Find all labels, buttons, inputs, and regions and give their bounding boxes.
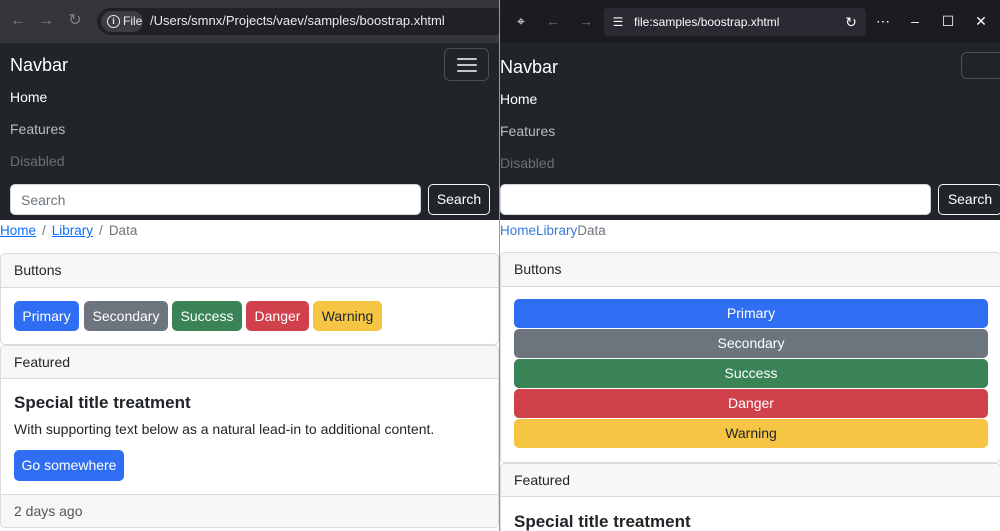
featured-card: Featured Special title treatment [500, 463, 1000, 531]
breadcrumb: Home / Library / Data [0, 223, 137, 238]
file-chip-label: File [123, 14, 143, 28]
nav-link-disabled: Disabled [500, 155, 555, 171]
navbar-brand[interactable]: Navbar [10, 55, 68, 76]
secondary-button[interactable]: Secondary [84, 301, 168, 331]
primary-button[interactable]: Primary [514, 299, 988, 328]
arrow-left-icon[interactable]: ← [544, 12, 562, 30]
nav-link-disabled: Disabled [10, 153, 65, 169]
minimize-icon[interactable]: – [906, 12, 924, 30]
navbar: Navbar Home Features Disabled Search Sea… [0, 43, 499, 220]
card-footer: 2 days ago [1, 494, 498, 527]
navbar: Navbar Home Features Disabled Search [500, 43, 1000, 220]
search-button[interactable]: Search [428, 184, 490, 215]
arrow-right-icon[interactable]: → [37, 12, 55, 30]
go-somewhere-button[interactable]: Go somewhere [14, 450, 124, 481]
more-icon[interactable]: ⋯ [874, 12, 892, 30]
success-button[interactable]: Success [514, 359, 988, 388]
card-header: Buttons [1, 254, 498, 288]
card-header: Buttons [501, 253, 1000, 287]
breadcrumb-library[interactable]: Library [536, 223, 577, 238]
navbar-brand[interactable]: Navbar [500, 57, 558, 78]
nav-link-home[interactable]: Home [500, 91, 537, 107]
close-icon[interactable]: ✕ [972, 12, 990, 30]
featured-card: Featured Special title treatment With su… [0, 345, 499, 528]
nav-link-home[interactable]: Home [10, 89, 47, 105]
breadcrumb-library[interactable]: Library [52, 223, 93, 238]
warning-button[interactable]: Warning [313, 301, 382, 331]
file-chip[interactable]: i File [101, 11, 143, 32]
info-icon: i [107, 15, 120, 28]
success-button[interactable]: Success [172, 301, 242, 331]
nav-link-features[interactable]: Features [10, 121, 65, 137]
url-text: /Users/smnx/Projects/vaev/samples/boostr… [150, 13, 445, 28]
search-button[interactable]: Search [938, 184, 1000, 215]
navbar-toggler-button[interactable] [444, 48, 489, 81]
card-title: Special title treatment [14, 393, 191, 412]
breadcrumb-current: Data [577, 223, 606, 238]
maximize-icon[interactable]: ☐ [939, 12, 957, 30]
secondary-button[interactable]: Secondary [514, 329, 988, 358]
browser-toolbar: ⌖ ← → ☰ file:samples/boostrap.xhtml ↻ ⋯ … [500, 0, 1000, 43]
warning-button[interactable]: Warning [514, 419, 988, 448]
reload-icon[interactable]: ↻ [66, 12, 84, 30]
url-text: file:samples/boostrap.xhtml [634, 15, 780, 29]
card-header: Featured [501, 464, 1000, 497]
search-input[interactable]: Search [10, 184, 421, 215]
danger-button[interactable]: Danger [246, 301, 309, 331]
hamburger-icon [457, 70, 477, 72]
breadcrumb-separator: / [99, 223, 103, 238]
breadcrumb-home[interactable]: Home [500, 223, 536, 238]
browser-pane-left: ← → ↻ i File /Users/smnx/Projects/vaev/s… [0, 0, 499, 531]
danger-button[interactable]: Danger [514, 389, 988, 418]
breadcrumb-separator: / [42, 223, 46, 238]
hamburger-icon [457, 58, 477, 60]
navbar-toggler-button[interactable] [961, 52, 1000, 79]
breadcrumb: HomeLibraryData [500, 223, 606, 238]
buttons-card: Buttons Primary Secondary Success Danger… [0, 253, 499, 345]
arrow-right-icon[interactable]: → [577, 12, 595, 30]
reload-icon[interactable]: ↻ [842, 13, 860, 31]
tune-icon[interactable]: ☰ [609, 13, 627, 31]
breadcrumb-home[interactable]: Home [0, 223, 36, 238]
browser-pane-right: ⌖ ← → ☰ file:samples/boostrap.xhtml ↻ ⋯ … [499, 0, 1000, 531]
search-input[interactable] [500, 184, 931, 215]
browser-toolbar: ← → ↻ i File /Users/smnx/Projects/vaev/s… [0, 0, 499, 43]
card-header: Featured [1, 346, 498, 379]
hamburger-icon [457, 64, 477, 66]
card-title: Special title treatment [514, 512, 691, 531]
buttons-card: Buttons Primary Secondary Success Danger… [500, 252, 1000, 463]
card-text: With supporting text below as a natural … [14, 421, 435, 437]
breadcrumb-current: Data [108, 223, 138, 238]
arrow-left-icon[interactable]: ← [9, 12, 27, 30]
nav-link-features[interactable]: Features [500, 123, 555, 139]
address-bar[interactable]: i File /Users/smnx/Projects/vaev/samples… [97, 8, 499, 35]
primary-button[interactable]: Primary [14, 301, 79, 331]
broom-icon[interactable]: ⌖ [512, 12, 530, 30]
address-bar[interactable]: ☰ file:samples/boostrap.xhtml ↻ [604, 8, 866, 36]
